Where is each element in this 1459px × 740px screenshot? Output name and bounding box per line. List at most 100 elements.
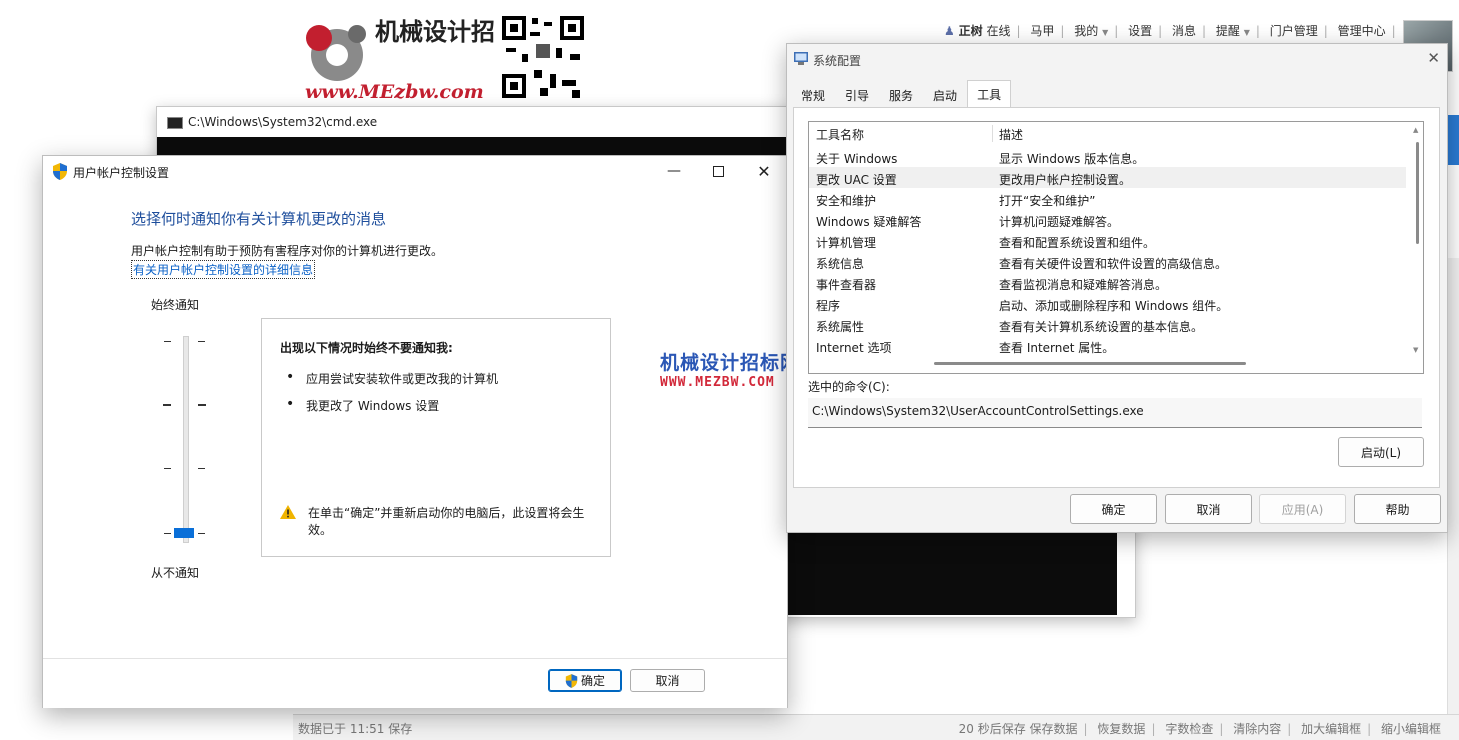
table-row[interactable]: 安全和维护 打开“安全和维护” bbox=[809, 188, 1406, 209]
nav-messages[interactable]: 消息 bbox=[1172, 24, 1196, 38]
editor-status-bar: 数据已于 11:51 保存 20 秒后保存 保存数据 | 恢复数据 | 字数检查 | … bbox=[293, 714, 1459, 740]
scroll-down-icon[interactable]: ▼ bbox=[1413, 346, 1418, 354]
tool-name-cell: Internet 选项 bbox=[816, 341, 892, 355]
msc-window-title: 系统配置 bbox=[813, 54, 862, 68]
cancel-button[interactable]: 取消 bbox=[1165, 494, 1252, 524]
scroll-up-icon[interactable]: ▲ bbox=[1413, 126, 1418, 134]
tool-description-cell: 更改用户帐户控制设置。 bbox=[999, 173, 1132, 187]
uac-info-box: 出现以下情况时始终不要通知我: 应用尝试安装软件或更改我的计算机 我更改了 Wi… bbox=[261, 318, 611, 557]
column-divider[interactable] bbox=[992, 125, 993, 142]
tools-list[interactable]: 工具名称 描述 关于 Windows 显示 Windows 版本信息。 更改 UAC… bbox=[808, 121, 1424, 374]
notification-level-slider[interactable] bbox=[183, 336, 189, 543]
word-count-link[interactable]: 字数检查 bbox=[1165, 722, 1213, 736]
clear-content-link[interactable]: 清除内容 bbox=[1233, 722, 1281, 736]
column-header-description[interactable]: 描述 bbox=[999, 126, 1023, 143]
vertical-scrollbar[interactable]: ▲ ▼ bbox=[1413, 126, 1421, 356]
page-side-tab[interactable] bbox=[1447, 115, 1459, 165]
warning-icon bbox=[280, 505, 296, 519]
tool-description-cell: 计算机问题疑难解答。 bbox=[999, 215, 1120, 229]
watermark: 机械设计招标网 WWW.MEZBW.COM bbox=[660, 348, 800, 390]
scrollbar-thumb[interactable] bbox=[1416, 142, 1419, 244]
column-header-tool-name[interactable]: 工具名称 bbox=[816, 126, 864, 143]
apply-button[interactable]: 应用(A) bbox=[1259, 494, 1346, 524]
uac-description: 用户帐户控制有助于预防有害程序对你的计算机进行更改。 bbox=[131, 244, 444, 258]
ok-button[interactable]: 确定 bbox=[1070, 494, 1157, 524]
tab-boot[interactable]: 引导 bbox=[835, 83, 879, 107]
nav-admin-center[interactable]: 管理中心 bbox=[1338, 24, 1386, 38]
tool-name-cell: 计算机管理 bbox=[816, 236, 877, 250]
nav-mine[interactable]: 我的 bbox=[1074, 24, 1098, 38]
slider-tick bbox=[198, 533, 205, 534]
nav-reminders[interactable]: 提醒 bbox=[1216, 24, 1240, 38]
enlarge-editor-link[interactable]: 加大编辑框 bbox=[1301, 722, 1361, 736]
chevron-down-icon: ▼ bbox=[1102, 28, 1109, 37]
uac-settings-window[interactable]: 用户帐户控制设置 — ✕ 选择何时通知你有关计算机更改的消息 用户帐户控制有助于… bbox=[42, 155, 788, 708]
tab-services[interactable]: 服务 bbox=[879, 83, 923, 107]
msc-titlebar[interactable]: 系统配置 ✕ bbox=[787, 44, 1447, 74]
selected-command-value: C:\Windows\System32\UserAccountControlSe… bbox=[812, 404, 1144, 418]
tab-tools[interactable]: 工具 bbox=[967, 80, 1012, 107]
table-row[interactable]: Windows 疑难解答 计算机问题疑难解答。 bbox=[809, 209, 1406, 230]
msconfig-icon bbox=[794, 52, 808, 65]
tool-name-cell: Windows 疑难解答 bbox=[816, 215, 922, 229]
uac-window-title: 用户帐户控制设置 bbox=[73, 166, 170, 180]
user-icon: ♟ bbox=[944, 24, 955, 38]
tool-description-cell: 显示 Windows 版本信息。 bbox=[999, 152, 1145, 166]
editor-actions: 20 秒后保存 保存数据 | 恢复数据 | 字数检查 | 清除内容 | 加大编辑框 | 缩… bbox=[958, 722, 1441, 736]
nav-online: 在线 bbox=[986, 24, 1011, 38]
tab-startup[interactable]: 启动 bbox=[923, 83, 967, 107]
chevron-down-icon: ▼ bbox=[1243, 28, 1250, 37]
tool-description-cell: 查看有关计算机系统设置的基本信息。 bbox=[999, 320, 1204, 334]
table-row[interactable]: 更改 UAC 设置 更改用户帐户控制设置。 bbox=[809, 167, 1406, 188]
cancel-button[interactable]: 取消 bbox=[630, 669, 705, 692]
slider-tick bbox=[198, 404, 206, 406]
cmd-window-title: C:\Windows\System32\cmd.exe bbox=[188, 115, 378, 129]
username-link[interactable]: 正树 bbox=[959, 24, 983, 38]
nav-settings[interactable]: 设置 bbox=[1128, 24, 1152, 38]
logo-text: 机械设计招标网 bbox=[375, 17, 495, 46]
selected-command-label: 选中的命令(C): bbox=[808, 380, 890, 394]
qr-code-image bbox=[500, 14, 586, 100]
nav-portal-admin[interactable]: 门户管理 bbox=[1270, 24, 1318, 38]
slider-label-always-notify: 始终通知 bbox=[151, 298, 200, 312]
slider-tick bbox=[198, 341, 205, 342]
nav-alias[interactable]: 马甲 bbox=[1030, 24, 1054, 38]
close-icon: ✕ bbox=[757, 161, 771, 181]
tool-name-cell: 安全和维护 bbox=[816, 194, 877, 208]
table-row[interactable]: 关于 Windows 显示 Windows 版本信息。 bbox=[809, 146, 1406, 167]
restore-data-link[interactable]: 恢复数据 bbox=[1097, 722, 1145, 736]
list-header: 工具名称 描述 bbox=[809, 122, 1404, 145]
info-heading: 出现以下情况时始终不要通知我: bbox=[280, 341, 453, 355]
selected-command-field[interactable]: C:\Windows\System32\UserAccountControlSe… bbox=[808, 398, 1422, 428]
close-button[interactable]: ✕ bbox=[1427, 49, 1440, 67]
table-row[interactable]: Internet 选项 查看 Internet 属性。 bbox=[809, 335, 1406, 356]
horizontal-scrollbar-thumb[interactable] bbox=[934, 362, 1246, 365]
tool-name-cell: 程序 bbox=[816, 299, 841, 313]
tool-name-cell: 更改 UAC 设置 bbox=[816, 173, 897, 187]
close-button[interactable]: ✕ bbox=[741, 156, 787, 186]
table-row[interactable]: 系统属性 查看有关计算机系统设置的基本信息。 bbox=[809, 314, 1406, 335]
slider-thumb[interactable] bbox=[174, 528, 194, 538]
launch-button[interactable]: 启动(L) bbox=[1338, 437, 1424, 467]
shrink-editor-link[interactable]: 缩小编辑框 bbox=[1381, 722, 1441, 736]
maximize-button[interactable] bbox=[695, 156, 741, 186]
ok-button[interactable]: 确定 bbox=[548, 669, 622, 692]
slider-tick bbox=[164, 341, 171, 342]
autosave-link[interactable]: 20 秒后保存 保存数据 bbox=[959, 722, 1078, 736]
uac-help-link[interactable]: 有关用户帐户控制设置的详细信息 bbox=[131, 260, 316, 279]
tool-description-cell: 查看 Internet 属性。 bbox=[999, 341, 1115, 355]
table-row[interactable]: 计算机管理 查看和配置系统设置和组件。 bbox=[809, 230, 1406, 251]
minimize-button[interactable]: — bbox=[651, 156, 697, 186]
table-row[interactable]: 系统信息 查看有关硬件设置和软件设置的高级信息。 bbox=[809, 251, 1406, 272]
table-row[interactable]: 事件查看器 查看监视消息和疑难解答消息。 bbox=[809, 272, 1406, 293]
system-config-window[interactable]: 系统配置 ✕ 常规 引导 服务 启动 工具 工具名称 描述 关于 Windows… bbox=[786, 43, 1448, 533]
logo-url: www.MEzbw.com bbox=[305, 81, 484, 103]
slider-label-never-notify: 从不通知 bbox=[151, 566, 200, 580]
help-button[interactable]: 帮助 bbox=[1354, 494, 1441, 524]
tool-description-cell: 查看有关硬件设置和软件设置的高级信息。 bbox=[999, 257, 1228, 271]
tools-panel: 工具名称 描述 关于 Windows 显示 Windows 版本信息。 更改 UAC… bbox=[793, 107, 1440, 488]
uac-titlebar[interactable]: 用户帐户控制设置 — ✕ bbox=[43, 156, 787, 186]
tab-general[interactable]: 常规 bbox=[791, 83, 835, 107]
tool-name-cell: 系统属性 bbox=[816, 320, 865, 334]
table-row[interactable]: 程序 启动、添加或删除程序和 Windows 组件。 bbox=[809, 293, 1406, 314]
